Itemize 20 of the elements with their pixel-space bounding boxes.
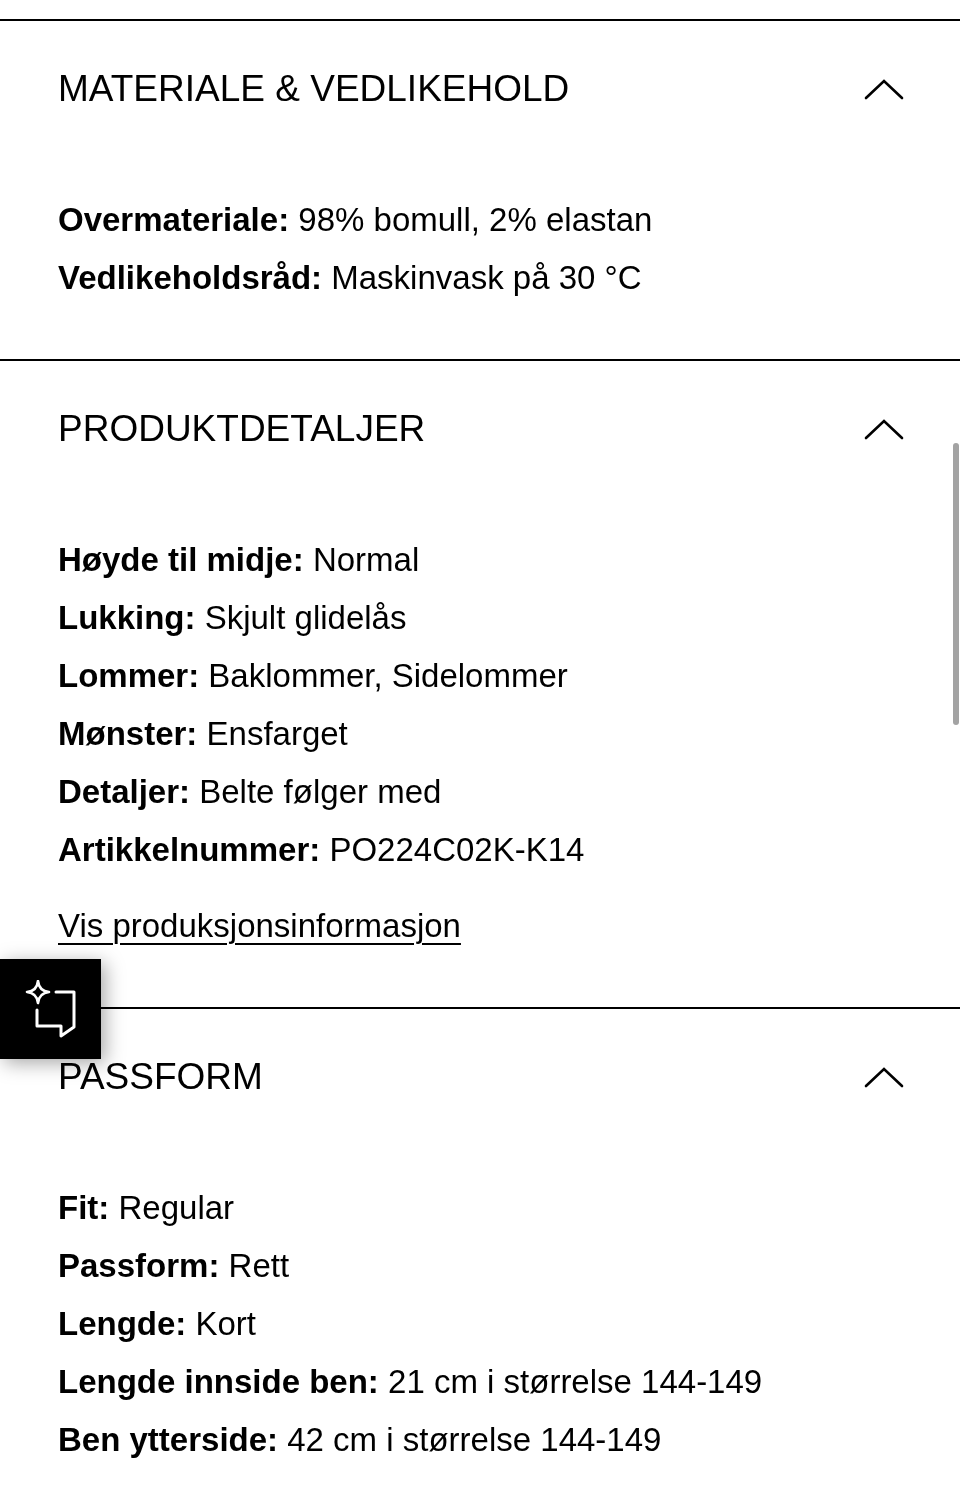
detail-line: Lukking: Skjult glidelås	[58, 598, 408, 638]
detail-line: Artikkelnummer: PO224C02K-K14	[58, 830, 586, 870]
detail-line: Detaljer: Belte følger med	[58, 772, 443, 812]
detail-line: Lommer: Baklommer, Sidelommer	[58, 656, 569, 696]
detail-line: Fit: Regular	[58, 1188, 236, 1228]
detail-line: Ben ytterside: 42 cm i størrelse 144-149	[58, 1420, 663, 1460]
detail-line: Lengde innside ben: 21 cm i størrelse 144-149	[58, 1362, 764, 1402]
scrollbar-thumb[interactable]	[953, 443, 959, 725]
detail-line: Høyde til midje: Normal	[58, 540, 421, 580]
sparkle-chat-icon	[24, 980, 77, 1038]
detail-line: Vedlikeholdsråd: Maskinvask på 30 °C	[58, 258, 643, 298]
detail-line: Overmateriale: 98% bomull, 2% elastan	[58, 200, 654, 240]
detail-line: Mønster: Ensfarget	[58, 714, 349, 754]
accordion-header[interactable]: MATERIALE & VEDLIKEHOLD	[58, 21, 904, 157]
accordion-header[interactable]: PASSFORM	[58, 1009, 904, 1145]
accordion-header[interactable]: PRODUKTDETALJER	[58, 361, 904, 497]
detail-line: Lengde: Kort	[58, 1304, 258, 1344]
production-info-link[interactable]: Vis produksjonsinformasjon	[58, 897, 461, 955]
detail-line: Passform: Rett	[58, 1246, 291, 1286]
feedback-button[interactable]	[0, 959, 101, 1059]
